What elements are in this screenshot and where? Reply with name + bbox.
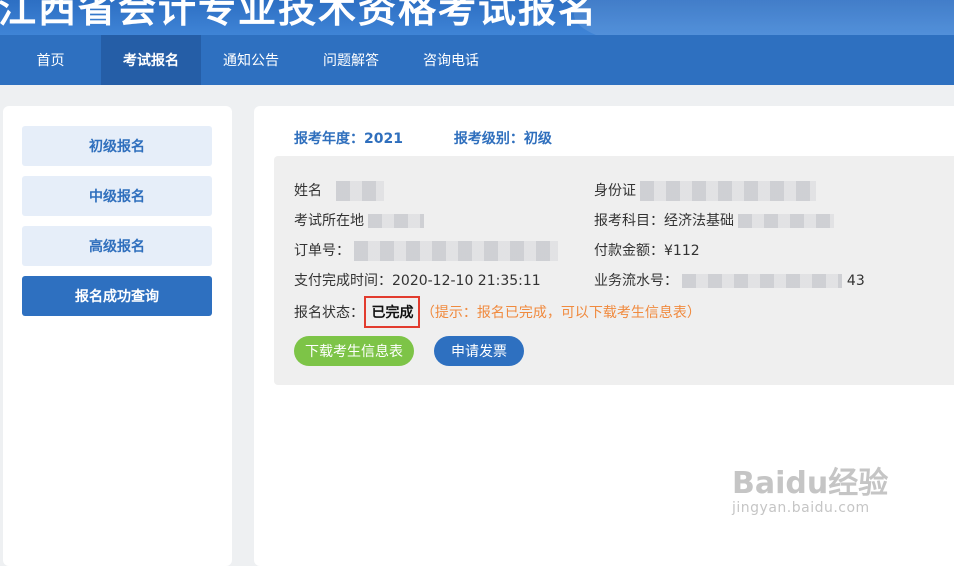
serial-tail: 43: [846, 273, 865, 289]
amount-label: 付款金额：¥112: [594, 243, 700, 259]
name-row: 姓名: [294, 180, 385, 201]
id-redacted: [640, 181, 817, 201]
location-label: 考试所在地: [294, 213, 364, 229]
watermark-logo: Baidu经验: [732, 466, 889, 501]
exam-year: 报考年度：2021: [294, 131, 403, 147]
paytime-row: 支付完成时间：2020-12-10 21:35:11: [294, 270, 541, 290]
status-row: 报名状态： 已完成 （提示：报名已完成，可以下载考生信息表）: [294, 296, 701, 328]
main-nav: 首页 考试报名 通知公告 问题解答 咨询电话: [0, 35, 954, 85]
location-row: 考试所在地: [294, 210, 425, 230]
nav-faq[interactable]: 问题解答: [301, 35, 401, 85]
paytime-label: 支付完成时间：2020-12-10 21:35:11: [294, 273, 541, 289]
site-title: 江西省会计专业技术资格考试报名: [0, 0, 599, 31]
status-badge: 已完成: [364, 296, 421, 328]
nav-home[interactable]: 首页: [0, 35, 101, 85]
subject-row: 报考科目：经济法基础: [594, 210, 835, 230]
status-label: 报名状态：: [294, 305, 364, 321]
location-redacted: [368, 214, 425, 228]
serial-label: 业务流水号：: [594, 273, 678, 289]
order-row: 订单号：: [294, 240, 559, 261]
subject-label: 报考科目：经济法基础: [594, 213, 734, 229]
exam-info-header: 报考年度：2021 报考级别：初级: [294, 128, 598, 148]
sidebar-item-success-query[interactable]: 报名成功查询: [22, 276, 212, 316]
sidebar-item-intermediate[interactable]: 中级报名: [22, 176, 212, 216]
name-redacted: [336, 181, 385, 201]
header-banner: 江西省会计专业技术资格考试报名: [0, 0, 954, 35]
id-row: 身份证: [594, 180, 817, 201]
exam-level: 报考级别：初级: [453, 131, 552, 147]
nav-contact[interactable]: 咨询电话: [401, 35, 501, 85]
order-redacted: [354, 241, 559, 261]
nav-exam-registration[interactable]: 考试报名: [101, 35, 201, 85]
nav-announcements[interactable]: 通知公告: [201, 35, 301, 85]
subject-redacted: [738, 214, 835, 228]
banner-decoration: [574, 0, 954, 35]
sidebar: 初级报名 中级报名 高级报名 报名成功查询: [3, 106, 232, 566]
download-candidate-info-button[interactable]: 下载考生信息表: [294, 336, 414, 366]
id-label: 身份证: [594, 183, 636, 199]
sidebar-item-senior[interactable]: 高级报名: [22, 226, 212, 266]
name-label: 姓名: [294, 183, 322, 199]
registration-info-box: 姓名 身份证 考试所在地 报考科目：经济法基础 订单号： 付款金额：¥112 支…: [274, 156, 954, 385]
apply-invoice-button[interactable]: 申请发票: [434, 336, 524, 366]
watermark-url: jingyan.baidu.com: [732, 500, 870, 516]
serial-row: 业务流水号： 43: [594, 270, 865, 290]
order-label: 订单号：: [294, 243, 350, 259]
status-hint: （提示：报名已完成，可以下载考生信息表）: [420, 305, 701, 321]
sidebar-item-junior[interactable]: 初级报名: [22, 126, 212, 166]
amount-row: 付款金额：¥112: [594, 240, 700, 260]
serial-redacted: [682, 274, 843, 288]
baidu-jingyan-watermark: Baidu经验 jingyan.baidu.com: [732, 458, 888, 516]
